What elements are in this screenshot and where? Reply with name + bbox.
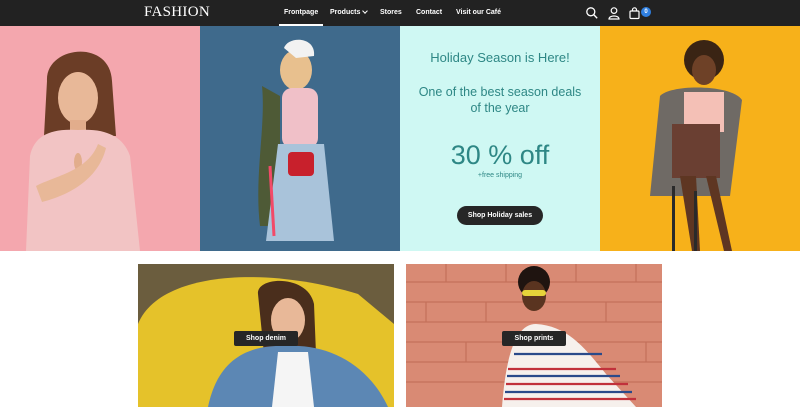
promo-subhead: One of the best season deals of the year	[410, 84, 590, 116]
promo-subhead-line2: of the year	[470, 101, 530, 115]
nav-item-cafe[interactable]: Visit our Café	[456, 0, 501, 26]
chevron-down-icon	[362, 8, 369, 14]
user-icon[interactable]	[607, 6, 621, 20]
brand-logo[interactable]: FASHION	[144, 4, 210, 21]
nav-item-frontpage[interactable]: Frontpage	[278, 0, 324, 26]
page: FASHION Frontpage Products Stores Contac…	[0, 0, 800, 415]
promo-headline: Holiday Season is Here!	[430, 50, 570, 65]
promo-subhead-line1: One of the best season deals	[418, 85, 582, 99]
nav-item-products-label: Products	[330, 9, 361, 16]
cart-count-badge: 0	[641, 7, 651, 17]
shop-holiday-sales-button[interactable]: Shop Holiday sales	[457, 206, 543, 225]
hero-image-pink[interactable]	[0, 26, 200, 251]
promo-shipping: +free shipping	[477, 172, 523, 179]
shop-denim-button[interactable]: Shop denim	[234, 331, 298, 346]
promo-offer: 30 % off	[450, 140, 550, 170]
search-icon[interactable]	[585, 6, 599, 20]
top-navbar: FASHION Frontpage Products Stores Contac…	[0, 0, 800, 26]
nav-item-stores[interactable]: Stores	[380, 0, 402, 26]
shop-prints-button[interactable]: Shop prints	[502, 331, 566, 346]
hero-image-yellow[interactable]	[600, 26, 800, 251]
nav-item-contact[interactable]: Contact	[416, 0, 442, 26]
hero-image-blue[interactable]	[200, 26, 400, 251]
nav-item-products[interactable]: Products	[330, 0, 369, 26]
cart-icon[interactable]	[628, 6, 642, 20]
